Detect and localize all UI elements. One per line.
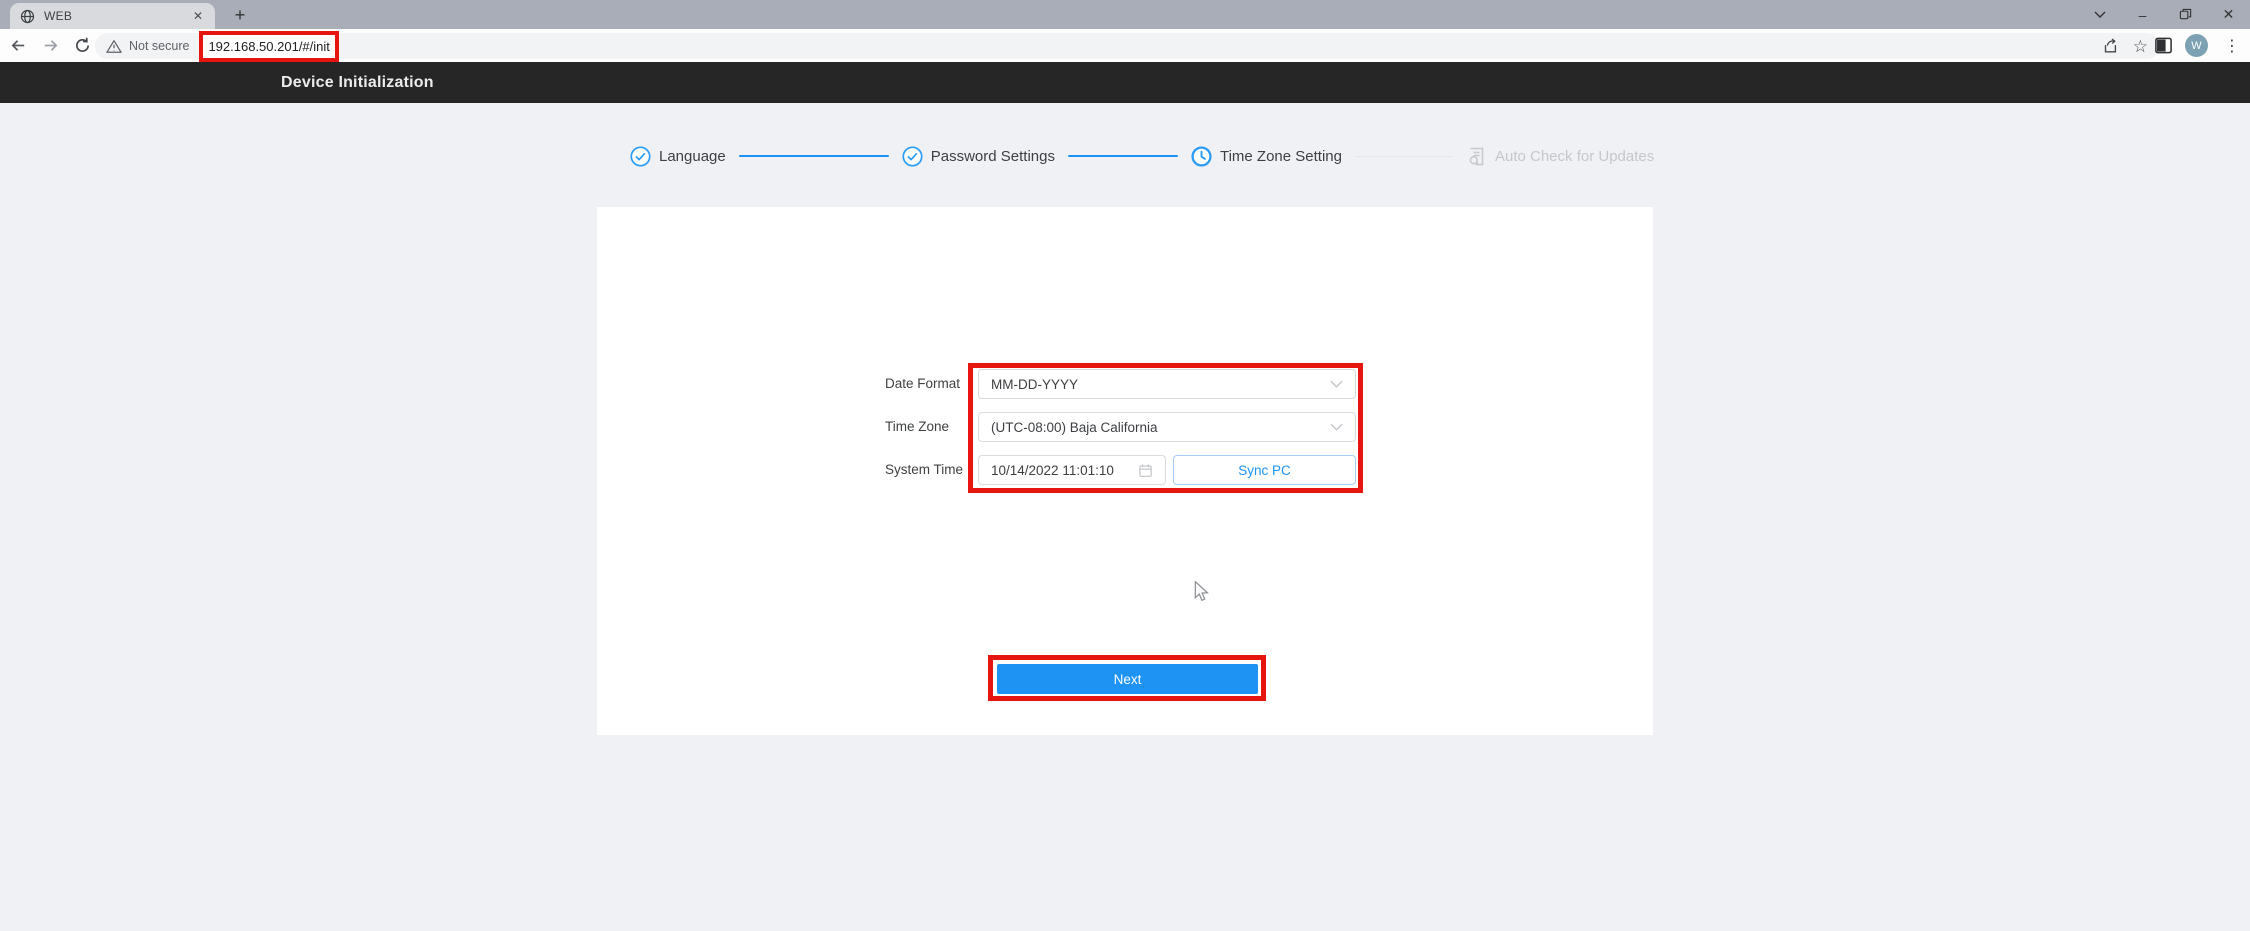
date-format-select[interactable]: MM-DD-YYYY: [978, 369, 1356, 399]
restore-window-icon[interactable]: [2164, 0, 2207, 29]
time-zone-value: (UTC-08:00) Baja California: [991, 419, 1158, 435]
tab-title: WEB: [44, 9, 73, 23]
mouse-cursor: [1194, 580, 1209, 607]
browser-menu-icon[interactable]: ⋮: [2220, 36, 2244, 56]
step-password-settings: Password Settings: [902, 145, 1055, 167]
check-circle-icon: [902, 145, 923, 167]
globe-favicon-icon: [20, 9, 35, 24]
chevron-down-icon: [1330, 380, 1343, 388]
document-search-icon: [1466, 146, 1487, 167]
step-auto-check-updates: Auto Check for Updates: [1466, 146, 1654, 167]
bookmark-star-icon[interactable]: ☆: [2133, 38, 2148, 55]
tab-strip: WEB ✕ + – ✕: [0, 0, 2250, 29]
forward-icon[interactable]: [36, 32, 64, 60]
step-label: Auto Check for Updates: [1494, 147, 1655, 165]
new-tab-button[interactable]: +: [228, 4, 252, 28]
check-circle-icon: [630, 145, 651, 167]
step-label: Time Zone Setting: [1219, 147, 1342, 165]
not-secure-label: Not secure: [129, 39, 190, 53]
app-header: Device Initialization: [0, 62, 2250, 103]
step-label: Language: [659, 147, 726, 165]
browser-tab[interactable]: WEB ✕: [10, 3, 215, 29]
browser-window: WEB ✕ + – ✕ Not secure 192.168.50.201/#/…: [0, 0, 2250, 931]
omnibox-actions: ☆: [2101, 33, 2148, 59]
side-panel-icon[interactable]: [2154, 36, 2173, 55]
step-connector: [1067, 155, 1178, 157]
date-format-value: MM-DD-YYYY: [991, 376, 1078, 392]
chevron-down-icon: [1330, 423, 1343, 431]
minimize-window-icon[interactable]: –: [2121, 0, 2164, 29]
step-time-zone-setting: Time Zone Setting: [1191, 145, 1342, 167]
browser-toolbar: Not secure 192.168.50.201/#/init ☆: [0, 29, 2250, 62]
url-text[interactable]: 192.168.50.201/#/init: [208, 39, 329, 54]
step-label: Password Settings: [930, 147, 1055, 165]
calendar-icon: [1138, 463, 1153, 478]
content-card: Date Format MM-DD-YYYY Time Zone (UTC-08…: [597, 207, 1653, 735]
avatar[interactable]: W: [2185, 34, 2208, 57]
system-time-value: 10/14/2022 11:01:10: [991, 462, 1114, 478]
address-bar[interactable]: Not secure 192.168.50.201/#/init ☆: [95, 30, 2160, 62]
step-connector: [1354, 155, 1453, 157]
reload-icon[interactable]: [68, 32, 96, 60]
time-zone-select[interactable]: (UTC-08:00) Baja California: [978, 412, 1356, 442]
tab-search-chevron-icon[interactable]: [2078, 0, 2121, 29]
close-window-icon[interactable]: ✕: [2207, 0, 2250, 29]
clock-icon: [1191, 145, 1212, 167]
system-time-label: System Time: [885, 462, 964, 477]
not-secure-warning-icon: [106, 39, 122, 54]
toolbar-right: W ⋮: [2154, 29, 2244, 62]
page-title: Device Initialization: [281, 73, 434, 91]
share-icon[interactable]: [2101, 37, 2119, 55]
window-controls: – ✕: [2078, 0, 2250, 29]
url-annotation-box: 192.168.50.201/#/init: [199, 30, 339, 62]
next-button[interactable]: Next: [997, 664, 1258, 694]
date-format-label: Date Format: [885, 376, 961, 391]
tab-close-icon[interactable]: ✕: [191, 9, 205, 23]
step-language: Language: [630, 145, 726, 167]
sync-pc-button[interactable]: Sync PC: [1173, 455, 1356, 485]
page-background: Language Password Settings Time Zone Set…: [0, 103, 2250, 931]
time-zone-label: Time Zone: [885, 419, 950, 434]
system-time-input[interactable]: 10/14/2022 11:01:10: [978, 455, 1166, 485]
step-connector: [738, 155, 889, 157]
back-icon[interactable]: [4, 32, 32, 60]
wizard-steps: Language Password Settings Time Zone Set…: [630, 143, 1654, 169]
